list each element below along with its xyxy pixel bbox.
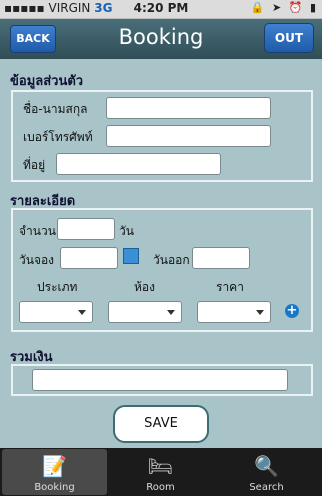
tab-room[interactable]: 🛏 Room	[108, 449, 213, 495]
amount-input[interactable]	[57, 218, 115, 240]
type-select[interactable]	[19, 301, 93, 323]
tab-booking[interactable]: 📝 Booking	[2, 449, 107, 495]
checkout-date-label: วันออก	[153, 253, 190, 267]
details-panel: จำนวน วัน วันจอง วันออก ประเภท ห้อง ราคา…	[11, 208, 313, 332]
save-button[interactable]: SAVE	[113, 405, 209, 443]
search-icon: 🔍	[254, 454, 279, 478]
days-label: วัน	[119, 224, 134, 238]
document-edit-icon: 📝	[42, 454, 67, 478]
tab-search[interactable]: 🔍 Search	[214, 449, 319, 495]
address-label: ที่อยู่	[23, 158, 46, 172]
calendar-icon[interactable]	[123, 248, 139, 264]
room-select[interactable]	[108, 301, 182, 323]
phone-input[interactable]	[106, 125, 271, 147]
price-select[interactable]	[197, 301, 271, 323]
add-icon[interactable]: +	[285, 304, 299, 318]
personal-section-title: ข้อมูลส่วนตัว	[10, 74, 84, 89]
out-button[interactable]: OUT	[264, 23, 314, 53]
address-input[interactable]	[56, 153, 221, 175]
name-label: ชื่อ-นามสกุล	[23, 102, 88, 116]
personal-panel: ชื่อ-นามสกุล เบอร์โทรศัพท์ ที่อยู่	[11, 90, 313, 182]
navigation-bar: BACK Booking OUT	[0, 19, 322, 59]
tab-room-label: Room	[146, 482, 175, 493]
total-panel	[11, 364, 313, 396]
type-label: ประเภท	[37, 280, 78, 294]
room-label: ห้อง	[134, 280, 155, 294]
status-bar: ▪▪▪▪▪ VIRGIN 3G 4:20 PM 🔒 ➤ ⏰ ▮	[0, 0, 322, 19]
tab-bar: 📝 Booking 🛏 Room 🔍 Search	[0, 448, 322, 496]
total-input[interactable]	[32, 369, 288, 391]
booking-date-label: วันจอง	[19, 253, 55, 267]
phone-label: เบอร์โทรศัพท์	[23, 130, 93, 144]
checkout-date-input[interactable]	[192, 247, 250, 269]
price-label: ราคา	[216, 280, 244, 294]
amount-label: จำนวน	[19, 224, 56, 238]
bed-icon: 🛏	[147, 454, 174, 478]
tab-booking-label: Booking	[34, 482, 75, 493]
tab-search-label: Search	[249, 482, 284, 493]
name-input[interactable]	[106, 97, 271, 119]
booking-date-input[interactable]	[60, 247, 118, 269]
status-icons: 🔒 ➤ ⏰ ▮	[250, 1, 318, 14]
